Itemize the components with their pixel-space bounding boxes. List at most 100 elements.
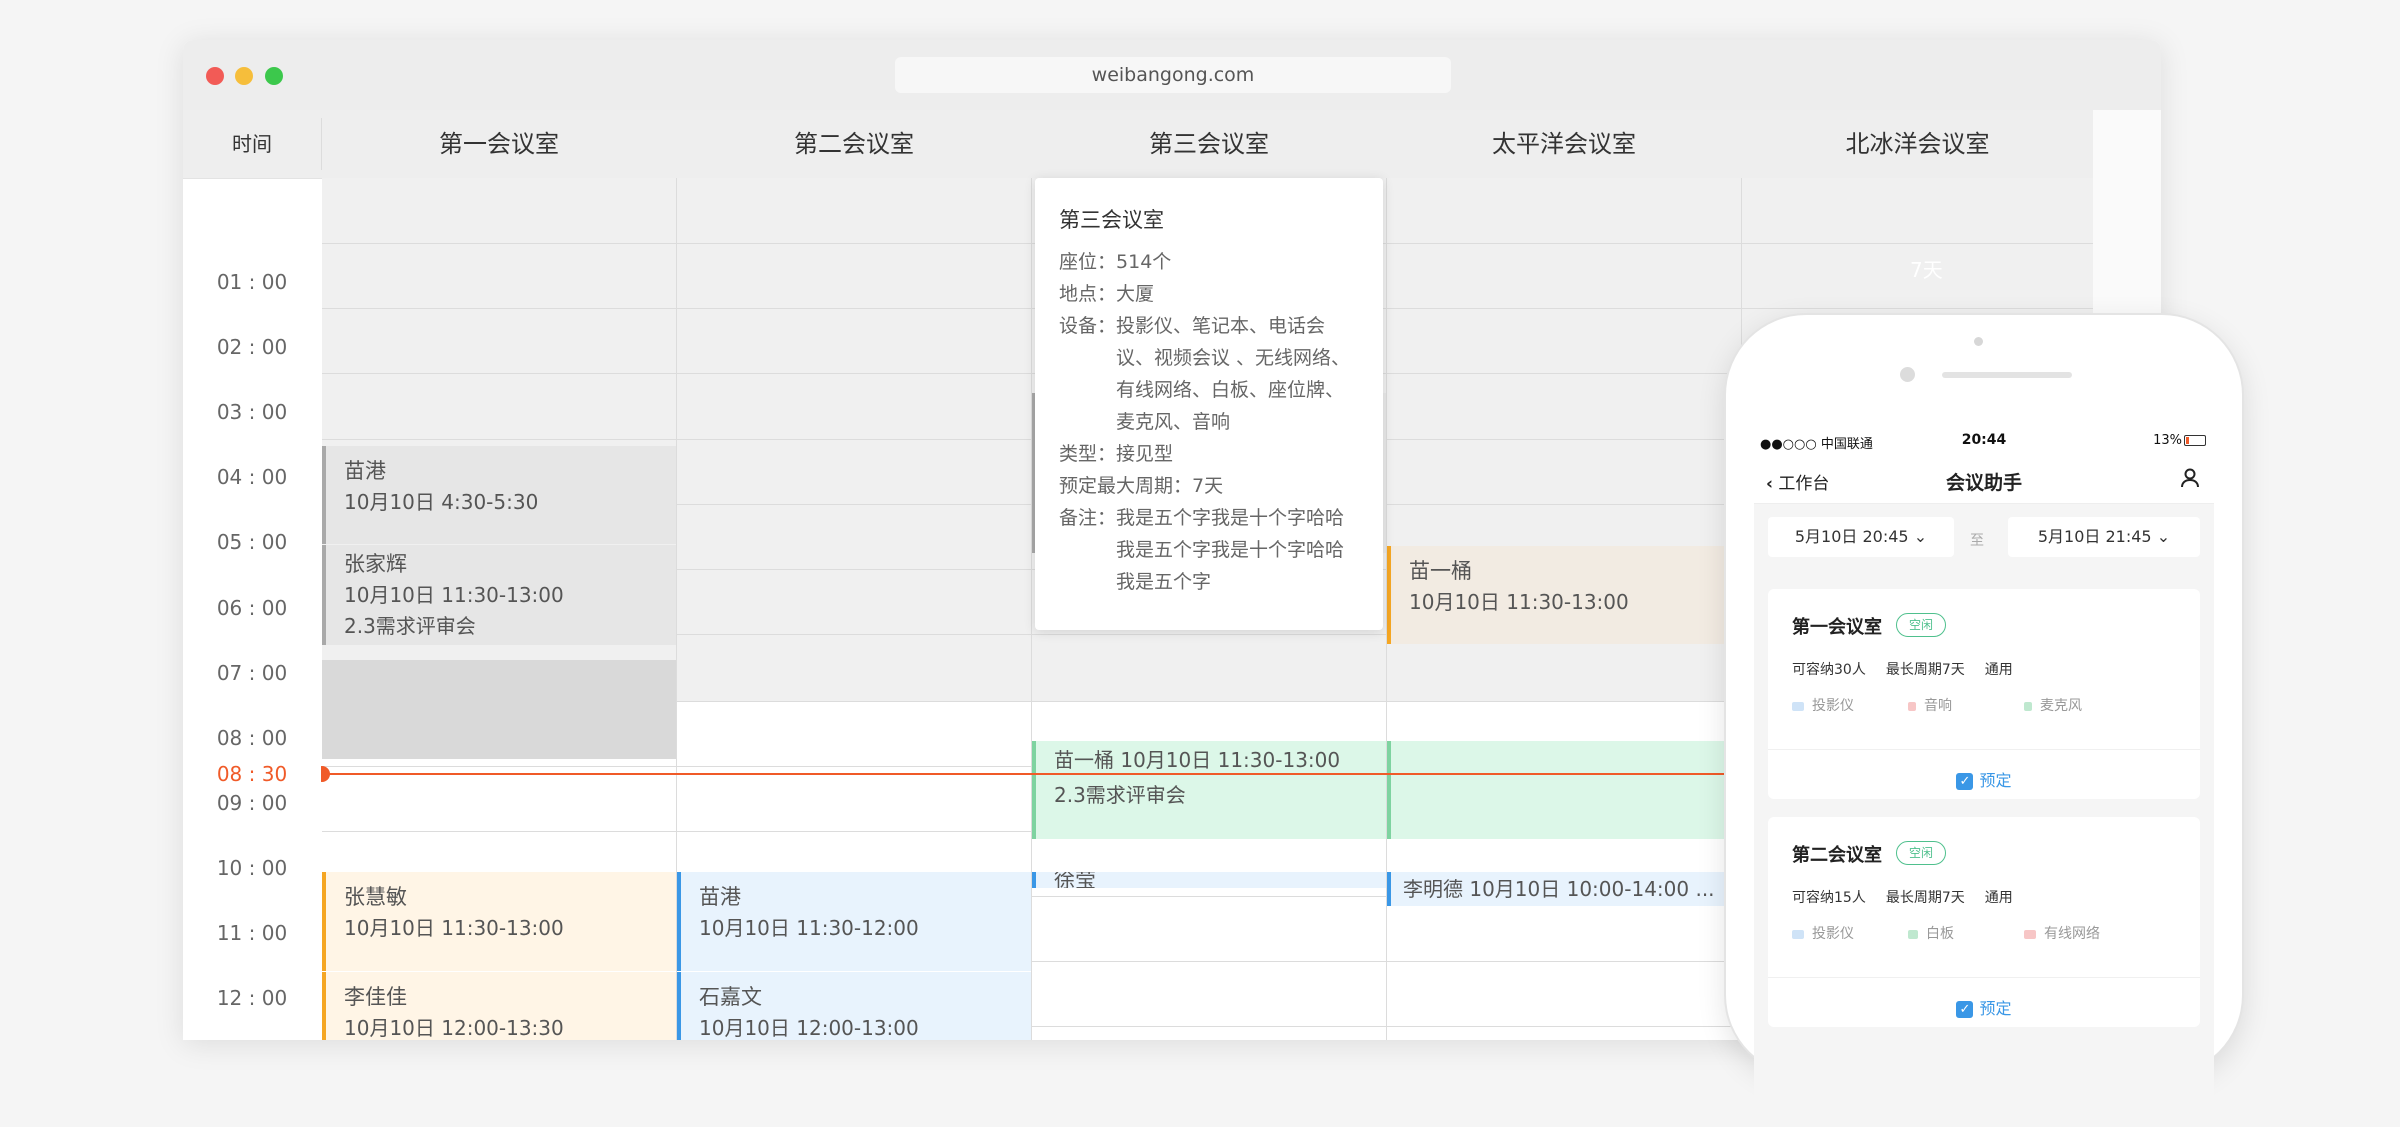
room-header-5[interactable]: 北冰洋会议室 bbox=[1742, 110, 2093, 178]
nav-bar: ‹ 工作台 会议助手 bbox=[1754, 457, 2214, 504]
event-block[interactable]: 苗一桶 10月10日 11:30-13:00 bbox=[1387, 546, 1741, 644]
time-label: 11 : 00 bbox=[216, 921, 288, 945]
event-block[interactable] bbox=[322, 660, 676, 759]
equipment-label: 投影仪 bbox=[1812, 698, 1854, 714]
event-organizer: 石嘉文 bbox=[699, 985, 762, 1009]
seat-key: 座位： bbox=[1059, 251, 1117, 273]
event-block[interactable]: 苗港 10月10日 11:30-12:00 bbox=[677, 872, 1031, 971]
event-time: 10月10日 11:30-13:00 bbox=[344, 583, 564, 607]
room-detail-popup: 第三会议室 座位： 514个 地点： 大厦 设备： 投影仪、笔记本、电话会议、视频会议… bbox=[1035, 178, 1383, 630]
event-block[interactable]: 李佳佳 10月10日 12:00-13:30 bbox=[322, 972, 676, 1040]
time-column-header: 时间 bbox=[232, 132, 272, 156]
place-value: 大厦 bbox=[1116, 283, 1155, 305]
time-label: 09 : 00 bbox=[216, 791, 288, 815]
equipment-label: 投影仪 bbox=[1812, 926, 1854, 942]
column-divider bbox=[1031, 178, 1032, 1040]
time-label: 10 : 00 bbox=[216, 856, 288, 880]
close-window-button[interactable] bbox=[206, 67, 224, 85]
period-label: 最长周期7天 bbox=[1885, 890, 1965, 906]
book-label: 预定 bbox=[1979, 771, 2012, 790]
status-badge: 空闲 bbox=[1896, 613, 1947, 637]
room-card-meta: 可容纳30人 最长周期7天 通用 bbox=[1792, 659, 2033, 679]
remark-key: 备注： bbox=[1059, 507, 1117, 529]
nav-title: 会议助手 bbox=[1945, 472, 2022, 494]
projector-icon bbox=[1792, 929, 1804, 939]
equipment-item: 麦克风 bbox=[2024, 695, 2082, 715]
seat-value: 514个 bbox=[1116, 251, 1172, 273]
equipment-key: 设备： bbox=[1059, 315, 1117, 337]
capacity-label: 可容纳30人 bbox=[1792, 662, 1866, 678]
event-block[interactable]: 苗一桶 10月10日 11:30-13:00 2.3需求评审会 bbox=[1032, 741, 1386, 839]
popup-title: 第三会议室 bbox=[1059, 208, 1164, 232]
event-block[interactable]: 苗港 10月10日 4:30-5:30 bbox=[322, 446, 676, 544]
room-header-2[interactable]: 第二会议室 bbox=[677, 110, 1031, 178]
address-bar[interactable]: weibangong.com bbox=[895, 57, 1451, 93]
room-header-1[interactable]: 第一会议室 bbox=[322, 110, 676, 178]
period-tag: 7天 bbox=[1910, 258, 1943, 282]
event-block[interactable]: 张慧敏 10月10日 11:30-13:00 bbox=[322, 872, 676, 971]
event-time: 10月10日 11:30-12:00 bbox=[699, 916, 919, 940]
event-note: 2.3需求评审会 bbox=[344, 614, 476, 638]
battery-label: 13% bbox=[2153, 433, 2182, 448]
microphone-icon bbox=[2024, 701, 2032, 711]
event-organizer: 徐莹 bbox=[1054, 872, 1096, 888]
end-date-value: 5月10日 21:45 bbox=[2037, 527, 2152, 546]
time-label: 01 : 00 bbox=[216, 270, 288, 294]
phone-mockup: ●●○○○ 中国联通 20:44 13% ‹ 工作台 会议助手 5月10日 20… bbox=[1726, 315, 2242, 1127]
scope-label: 通用 bbox=[1984, 662, 2013, 678]
room-header-3[interactable]: 第三会议室 bbox=[1032, 110, 1386, 178]
event-note: 2.3需求评审会 bbox=[1054, 783, 1186, 807]
calendar-header: 时间 第一会议室 第二会议室 第三会议室 太平洋会议室 北冰洋会议室 bbox=[183, 110, 2093, 179]
place-key: 地点： bbox=[1059, 283, 1117, 305]
event-summary: 李明德 10月10日 10:00-14:00 ... bbox=[1403, 877, 1715, 901]
equipment-item: 投影仪 bbox=[1792, 695, 1854, 715]
equipment-label: 音响 bbox=[1924, 698, 1952, 714]
room-card[interactable]: 第一会议室 空闲 可容纳30人 最长周期7天 通用 投影仪 音响 麦克风 ✓ 预定 bbox=[1768, 589, 2200, 799]
title-bar: weibangong.com bbox=[183, 40, 2161, 111]
maximize-window-button[interactable] bbox=[265, 67, 283, 85]
card-divider bbox=[1768, 977, 2200, 978]
phone-screen: ●●○○○ 中国联通 20:44 13% ‹ 工作台 会议助手 5月10日 20… bbox=[1754, 427, 2214, 1127]
battery-indicator: 13% bbox=[2153, 433, 2206, 448]
scope-label: 通用 bbox=[1984, 890, 2013, 906]
event-organizer: 张慧敏 bbox=[344, 885, 407, 909]
phone-sensor bbox=[1974, 337, 1983, 346]
event-block[interactable]: 徐莹 bbox=[1032, 872, 1386, 888]
minimize-window-button[interactable] bbox=[235, 67, 253, 85]
room-card-title: 第一会议室 bbox=[1792, 617, 1882, 638]
status-bar: ●●○○○ 中国联通 20:44 13% bbox=[1754, 427, 2214, 457]
time-label: 06 : 00 bbox=[216, 596, 288, 620]
equipment-item: 有线网络 bbox=[2024, 923, 2100, 943]
battery-icon bbox=[2184, 435, 2206, 446]
event-block[interactable]: 张家辉 10月10日 11:30-13:00 2.3需求评审会 bbox=[322, 545, 676, 645]
equipment-item: 音响 bbox=[1908, 695, 1952, 715]
book-button[interactable]: ✓ 预定 bbox=[1768, 995, 2200, 1019]
event-organizer: 李佳佳 bbox=[344, 985, 407, 1009]
end-date-select[interactable]: 5月10日 21:45 ⌄ bbox=[2008, 517, 2200, 557]
date-separator: 至 bbox=[1970, 533, 1984, 549]
book-button[interactable]: ✓ 预定 bbox=[1768, 767, 2200, 791]
phone-speaker bbox=[1942, 372, 2072, 378]
equipment-label: 有线网络 bbox=[2044, 926, 2100, 942]
room-header-4[interactable]: 太平洋会议室 bbox=[1387, 110, 1741, 178]
event-block[interactable]: 李明德 10月10日 10:00-14:00 ... bbox=[1387, 872, 1741, 906]
phone-camera bbox=[1900, 367, 1915, 382]
room-card[interactable]: 第二会议室 空闲 可容纳15人 最长周期7天 通用 投影仪 白板 有线网络 ✓ 预定 bbox=[1768, 817, 2200, 1027]
time-label: 04 : 00 bbox=[216, 465, 288, 489]
equipment-item: 投影仪 bbox=[1792, 923, 1854, 943]
event-block[interactable]: 石嘉文 10月10日 12:00-13:00 bbox=[677, 972, 1031, 1040]
equipment-label: 白板 bbox=[1926, 926, 1954, 942]
status-badge: 空闲 bbox=[1896, 841, 1947, 865]
check-icon: ✓ bbox=[1956, 1001, 1974, 1018]
event-block[interactable] bbox=[1387, 741, 1741, 839]
time-label: 12 : 00 bbox=[216, 986, 288, 1010]
current-time-label: 08 : 30 bbox=[183, 762, 321, 786]
equipment-item: 白板 bbox=[1908, 923, 1954, 943]
room-card-meta: 可容纳15人 最长周期7天 通用 bbox=[1792, 887, 2033, 907]
start-date-select[interactable]: 5月10日 20:45 ⌄ bbox=[1768, 517, 1954, 557]
type-value: 接见型 bbox=[1116, 443, 1174, 465]
book-label: 预定 bbox=[1979, 999, 2012, 1018]
user-icon[interactable] bbox=[2180, 467, 2200, 494]
type-key: 类型： bbox=[1059, 443, 1117, 465]
event-organizer: 苗港 bbox=[699, 885, 741, 909]
